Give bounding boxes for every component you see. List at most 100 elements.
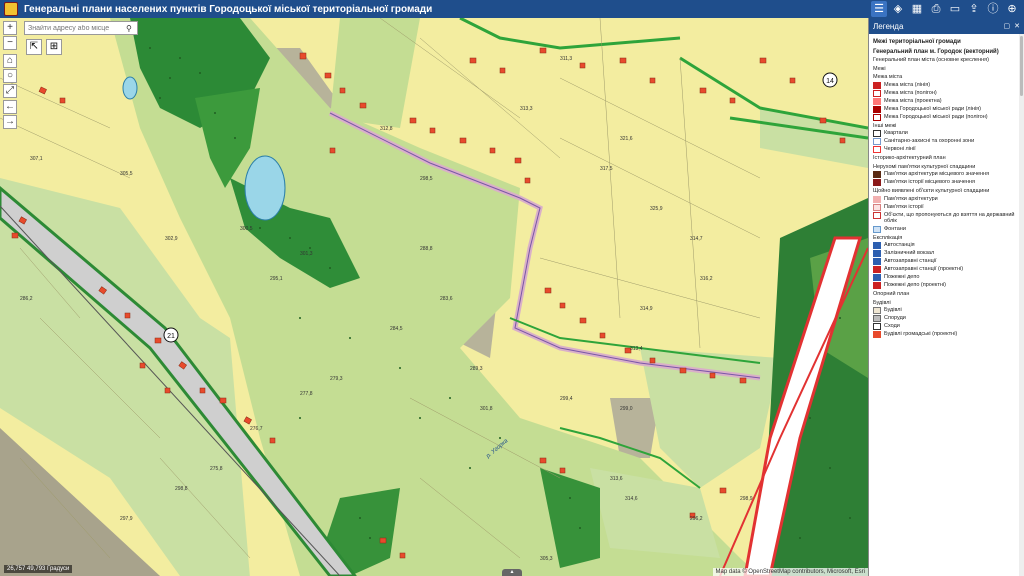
height-label: 312,8 <box>380 126 393 132</box>
legend-swatch <box>873 81 881 89</box>
height-label: 325,9 <box>650 206 663 212</box>
legend-swatch <box>873 211 881 219</box>
legend-item: Пам'ятки архітектури місцевого значення <box>873 171 1020 178</box>
legend-item: Пам'ятки архітектури <box>873 195 1020 203</box>
fullscreen-icon[interactable]: ⤢ <box>3 84 17 98</box>
legend-item: Межа міста (проектна) <box>873 97 1020 105</box>
legend-scroll-thumb[interactable] <box>1020 36 1023 96</box>
search-icon[interactable]: ⚲ <box>126 24 132 33</box>
legend-item-label: Споруди <box>884 315 906 321</box>
height-label: 299,4 <box>560 396 573 402</box>
legend-swatch <box>873 179 881 186</box>
panel-toggle-handle[interactable]: ▴ <box>502 569 522 576</box>
info-icon[interactable]: ⓘ <box>985 1 1001 17</box>
forward-arrow-icon[interactable]: → <box>3 115 17 129</box>
legend-swatch <box>873 274 881 281</box>
legend-swatch <box>873 171 881 178</box>
legend-item: Об'єкти, що пропонуються до взяття на де… <box>873 211 1020 225</box>
road-number-badge: 21 <box>167 333 175 340</box>
back-arrow-icon[interactable]: ← <box>3 100 17 114</box>
legend-header: Легенда ▢ ✕ <box>869 18 1024 34</box>
height-label: 284,5 <box>390 326 403 332</box>
legend-title: Легенда <box>873 21 904 31</box>
legend-item-label: Об'єкти, що пропонуються до взяття на де… <box>884 211 1015 225</box>
height-label: 283,6 <box>440 296 453 302</box>
height-label: 279,3 <box>330 376 343 382</box>
legend-list-icon[interactable]: ☰ <box>871 1 887 17</box>
basemap-icon[interactable]: ▦ <box>909 1 925 17</box>
legend-item: Автозаправні станції <box>873 258 1020 265</box>
legend-swatch <box>873 331 881 338</box>
map-canvas[interactable]: р. Угорка 311,3313,3321,6317,5325,9314,7… <box>0 18 868 576</box>
legend-swatch <box>873 146 881 153</box>
search-box[interactable]: ⚲ <box>24 21 138 35</box>
legend-item: Межа міста (полігон) <box>873 89 1020 97</box>
legend-list: Межі територіальної громади Генеральний п… <box>869 34 1024 576</box>
city-crest-icon <box>4 2 18 16</box>
legend-item: Фонтани <box>873 225 1020 233</box>
legend-swatch <box>873 105 881 113</box>
height-label: 298,5 <box>420 176 433 182</box>
legend-swatch <box>873 225 881 233</box>
legend-group-label: Щойно виявлені об'єкти культурної спадщи… <box>873 188 990 194</box>
grid-tool-icon[interactable]: ⊞ <box>46 39 62 55</box>
legend-item-label: Межа міста (полігон) <box>884 89 937 96</box>
legend-item: Межа Городоцької міської ради (полігон) <box>873 113 1020 121</box>
legend-layer-heading: Генеральний план м. Городок (векторний) <box>873 48 999 55</box>
search-input[interactable] <box>28 24 124 32</box>
legend-item-label: Автозаправні станції (проектні) <box>884 266 964 272</box>
legend-item-label: Пам'ятки архітектури <box>884 195 938 202</box>
legend-swatch <box>873 315 881 322</box>
legend-item-label: Межа міста (проектна) <box>884 97 942 104</box>
legend-swatch <box>873 89 881 97</box>
share-icon[interactable]: ⇪ <box>966 1 982 17</box>
height-label: 307,1 <box>30 156 43 162</box>
legend-group-label: Експлікація <box>873 234 903 241</box>
height-label: 305,5 <box>120 171 133 177</box>
legend-item-label: Будівлі громадські (проектні) <box>884 331 958 337</box>
legend-swatch <box>873 307 881 314</box>
globe-icon[interactable]: ⊕ <box>1004 1 1020 17</box>
legend-panel: Легенда ▢ ✕ Межі територіальної громади Г… <box>868 18 1024 576</box>
height-label: 302,9 <box>165 236 178 242</box>
map-attribution: Map data © OpenStreetMap contributors, M… <box>712 568 868 576</box>
legend-group-label: Опорний план <box>873 291 910 297</box>
legend-swatch <box>873 282 881 289</box>
height-label: 316,2 <box>700 276 713 282</box>
legend-swatch <box>873 323 881 330</box>
height-label: 311,3 <box>560 56 572 62</box>
top-bar: Генеральні плани населених пунктів Город… <box>0 0 1024 18</box>
zoom-in-button[interactable]: + <box>3 21 17 35</box>
legend-item-label: Пожежні депо (проектні) <box>884 282 946 288</box>
legend-item: Межа Городоцької міської ради (лінія) <box>873 105 1020 113</box>
legend-swatch <box>873 250 881 257</box>
map-view[interactable]: р. Угорка 311,3 313,3 321,6 317,5 325,9 314,7… <box>0 18 868 576</box>
zoom-out-button[interactable]: − <box>3 36 17 50</box>
legend-swatch <box>873 203 881 211</box>
height-label: 286,2 <box>20 296 33 302</box>
select-tool-icon[interactable]: ⇱ <box>26 39 42 55</box>
close-icon[interactable]: ✕ <box>1014 22 1020 30</box>
locate-icon[interactable]: ○ <box>3 69 17 83</box>
height-label: 301,3 <box>300 251 313 257</box>
layers-icon[interactable]: ◈ <box>890 1 906 17</box>
legend-swatch <box>873 242 881 249</box>
legend-item: Будівлі <box>873 307 1020 314</box>
legend-group-label: Історико-архітектурний план <box>873 155 946 161</box>
minimize-icon[interactable]: ▢ <box>1004 22 1011 30</box>
height-label: 296,2 <box>690 516 703 522</box>
legend-item: Пам'ятки історії <box>873 203 1020 211</box>
legend-item-label: Квартали <box>884 130 908 136</box>
height-label: 288,8 <box>420 246 433 252</box>
legend-item-label: Сходи <box>884 323 900 329</box>
print-icon[interactable]: ⎙ <box>928 1 944 17</box>
legend-item-label: Пам'ятки архітектури місцевого значення <box>884 171 990 177</box>
home-icon[interactable]: ⌂ <box>3 54 17 68</box>
coordinate-readout: 26,757 49,793 Градуси <box>4 565 73 573</box>
legend-item-label: Автостанція <box>884 242 915 248</box>
height-label: 313,4 <box>630 346 643 352</box>
legend-scrollbar[interactable] <box>1019 34 1024 576</box>
legend-swatch <box>873 130 881 137</box>
height-label: 314,7 <box>690 236 703 242</box>
measure-icon[interactable]: ▭ <box>947 1 963 17</box>
